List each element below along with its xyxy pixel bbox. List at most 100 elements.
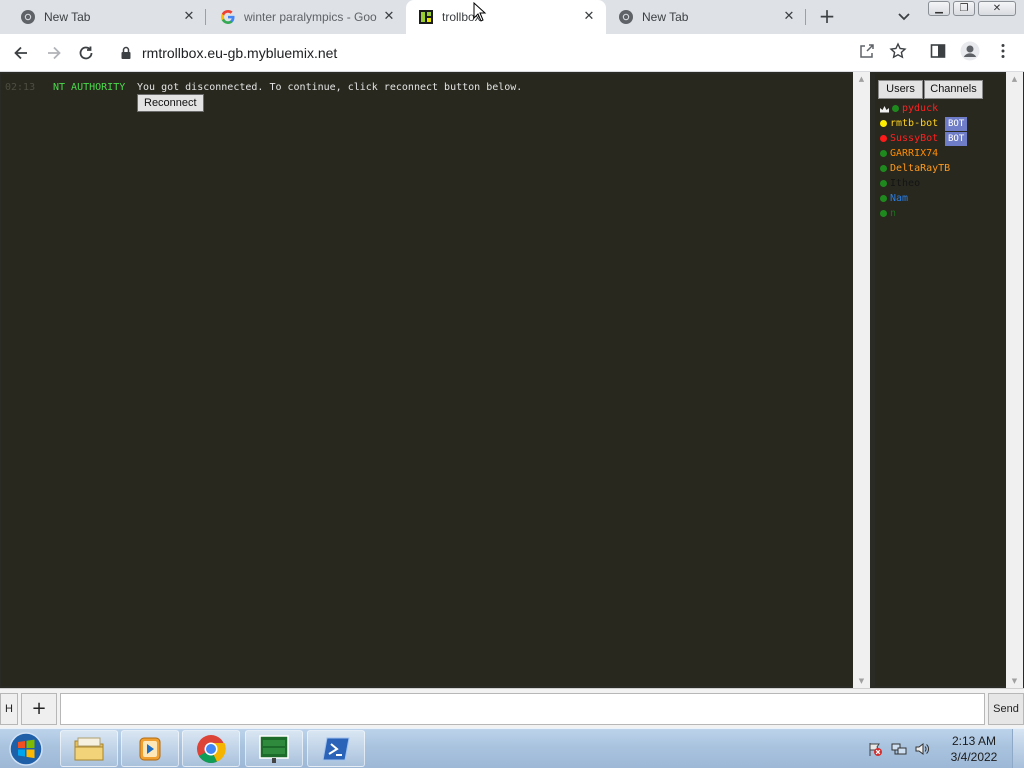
mouse-cursor-icon — [473, 1, 487, 22]
close-tab-icon[interactable]: ✕ — [382, 10, 396, 24]
action-center-flag-icon[interactable] — [867, 741, 883, 757]
volume-icon[interactable] — [914, 741, 930, 757]
system-clock[interactable]: 2:13 AM 3/4/2022 — [944, 733, 1004, 765]
message-text: You got disconnected. To continue, click… — [137, 82, 523, 93]
add-button[interactable]: + — [21, 693, 57, 725]
folder-icon — [74, 737, 104, 760]
message-nick[interactable]: NT AUTHORITY — [53, 82, 125, 93]
reload-icon — [79, 46, 93, 60]
user-name[interactable]: Nam — [890, 193, 908, 204]
user-name[interactable]: rmtb-bot — [890, 118, 938, 129]
history-button[interactable]: H — [0, 693, 18, 725]
user-list-item[interactable]: rmtb-bot BOT — [880, 116, 1004, 131]
chrome-icon — [197, 734, 226, 763]
clock-time: 2:13 AM — [951, 734, 997, 748]
send-button[interactable]: Send — [988, 693, 1024, 725]
tab-winter-paralympics[interactable]: winter paralympics - Goo ✕ — [206, 0, 406, 34]
minimize-button[interactable]: ▁ — [928, 1, 950, 16]
user-name[interactable]: Itheo — [890, 178, 920, 189]
tab-new-tab-2[interactable]: New Tab ✕ — [606, 0, 806, 34]
message-timestamp: 02:13 — [5, 82, 36, 93]
powershell-icon — [322, 737, 350, 760]
crown-icon — [880, 105, 889, 113]
user-name[interactable]: n — [890, 208, 896, 219]
media-player-icon — [139, 737, 161, 760]
forward-button[interactable] — [42, 41, 66, 65]
user-list-item[interactable]: pyduck — [880, 101, 1004, 116]
sidebar-scrollbar[interactable]: ▲ ▼ — [1006, 72, 1023, 688]
user-list: pyduck rmtb-bot BOT SussyBot BOT GARRIX74 Delt… — [880, 101, 1004, 221]
user-list-item[interactable]: Itheo — [880, 176, 1004, 191]
chat-scrollbar[interactable]: ▲ ▼ — [853, 72, 870, 688]
lock-icon[interactable] — [120, 46, 132, 65]
back-arrow-icon — [14, 46, 27, 60]
status-dot-icon — [880, 210, 887, 217]
tab-channels[interactable]: Channels — [924, 80, 983, 99]
side-panel-icon[interactable] — [929, 42, 947, 60]
chrome-icon — [20, 9, 36, 25]
status-dot-icon — [892, 105, 899, 112]
browser-toolbar: rmtrollbox.eu-gb.mybluemix.net — [0, 34, 1024, 72]
tab-new-tab-1[interactable]: New Tab ✕ — [0, 0, 206, 34]
scroll-down-arrow-icon[interactable]: ▼ — [853, 674, 870, 688]
user-name[interactable]: SussyBot — [890, 133, 938, 144]
trollbox-icon — [418, 9, 434, 25]
taskbar-chrome[interactable] — [182, 730, 240, 767]
close-window-button[interactable]: ✕ — [978, 1, 1016, 16]
tab-users[interactable]: Users — [878, 80, 923, 99]
scroll-up-arrow-icon[interactable]: ▲ — [1006, 72, 1023, 86]
google-icon — [220, 9, 236, 25]
network-icon[interactable] — [891, 741, 907, 757]
reload-button[interactable] — [74, 41, 98, 65]
user-list-item[interactable]: GARRIX74 — [880, 146, 1004, 161]
browser-tab-strip: New Tab ✕ winter paralympics - Goo ✕ tro… — [0, 0, 1024, 34]
windows-logo-icon — [9, 732, 43, 766]
forward-arrow-icon — [48, 46, 61, 60]
start-button[interactable] — [4, 731, 48, 767]
status-dot-icon — [880, 180, 887, 187]
simcity-icon — [259, 734, 289, 763]
taskbar-media-player[interactable] — [121, 730, 179, 767]
kebab-menu-icon[interactable] — [994, 42, 1012, 60]
url-text: rmtrollbox.eu-gb.mybluemix.net — [142, 45, 338, 61]
user-name[interactable]: DeltaRayTB — [890, 163, 950, 174]
scroll-up-arrow-icon[interactable]: ▲ — [853, 72, 870, 86]
bookmark-star-icon[interactable] — [889, 42, 907, 60]
taskbar-simcity[interactable] — [245, 730, 303, 767]
tab-trollbox[interactable]: trollbox ✕ — [406, 0, 606, 34]
user-list-item[interactable]: Nam — [880, 191, 1004, 206]
message-input[interactable] — [60, 693, 985, 725]
status-dot-icon — [880, 135, 887, 142]
bot-badge: BOT — [945, 117, 968, 131]
status-dot-icon — [880, 120, 887, 127]
tab-separator — [805, 9, 806, 25]
new-tab-button[interactable]: + — [816, 5, 838, 27]
user-name[interactable]: pyduck — [902, 103, 938, 114]
scroll-down-arrow-icon[interactable]: ▼ — [1006, 674, 1023, 688]
close-tab-icon[interactable]: ✕ — [582, 10, 596, 24]
user-sidebar: Users Channels pyduck rmtb-bot BOT SussyBot… — [875, 74, 1006, 686]
restore-button[interactable]: ❐ — [953, 1, 975, 16]
user-list-item[interactable]: n — [880, 206, 1004, 221]
taskbar-file-explorer[interactable] — [60, 730, 118, 767]
user-name[interactable]: GARRIX74 — [890, 148, 938, 159]
tab-search-chevron-icon[interactable] — [896, 8, 912, 24]
close-tab-icon[interactable]: ✕ — [182, 10, 196, 24]
trollbox-page: 02:13 NT AUTHORITY You got disconnected.… — [0, 72, 1024, 688]
windows-taskbar: 2:13 AM 3/4/2022 — [0, 728, 1024, 768]
user-list-item[interactable]: SussyBot BOT — [880, 131, 1004, 146]
profile-avatar-icon[interactable] — [960, 41, 980, 61]
user-list-item[interactable]: DeltaRayTB — [880, 161, 1004, 176]
close-tab-icon[interactable]: ✕ — [782, 10, 796, 24]
status-dot-icon — [880, 165, 887, 172]
status-dot-icon — [880, 195, 887, 202]
show-desktop-button[interactable] — [1012, 729, 1024, 768]
reconnect-button[interactable]: Reconnect — [137, 94, 204, 112]
address-bar[interactable]: rmtrollbox.eu-gb.mybluemix.net — [108, 38, 916, 68]
back-button[interactable] — [9, 41, 33, 65]
clock-date: 3/4/2022 — [950, 750, 998, 764]
taskbar-powershell[interactable] — [307, 730, 365, 767]
chrome-icon — [618, 9, 634, 25]
chat-log[interactable]: 02:13 NT AUTHORITY You got disconnected.… — [1, 74, 853, 686]
share-icon[interactable] — [858, 42, 876, 60]
